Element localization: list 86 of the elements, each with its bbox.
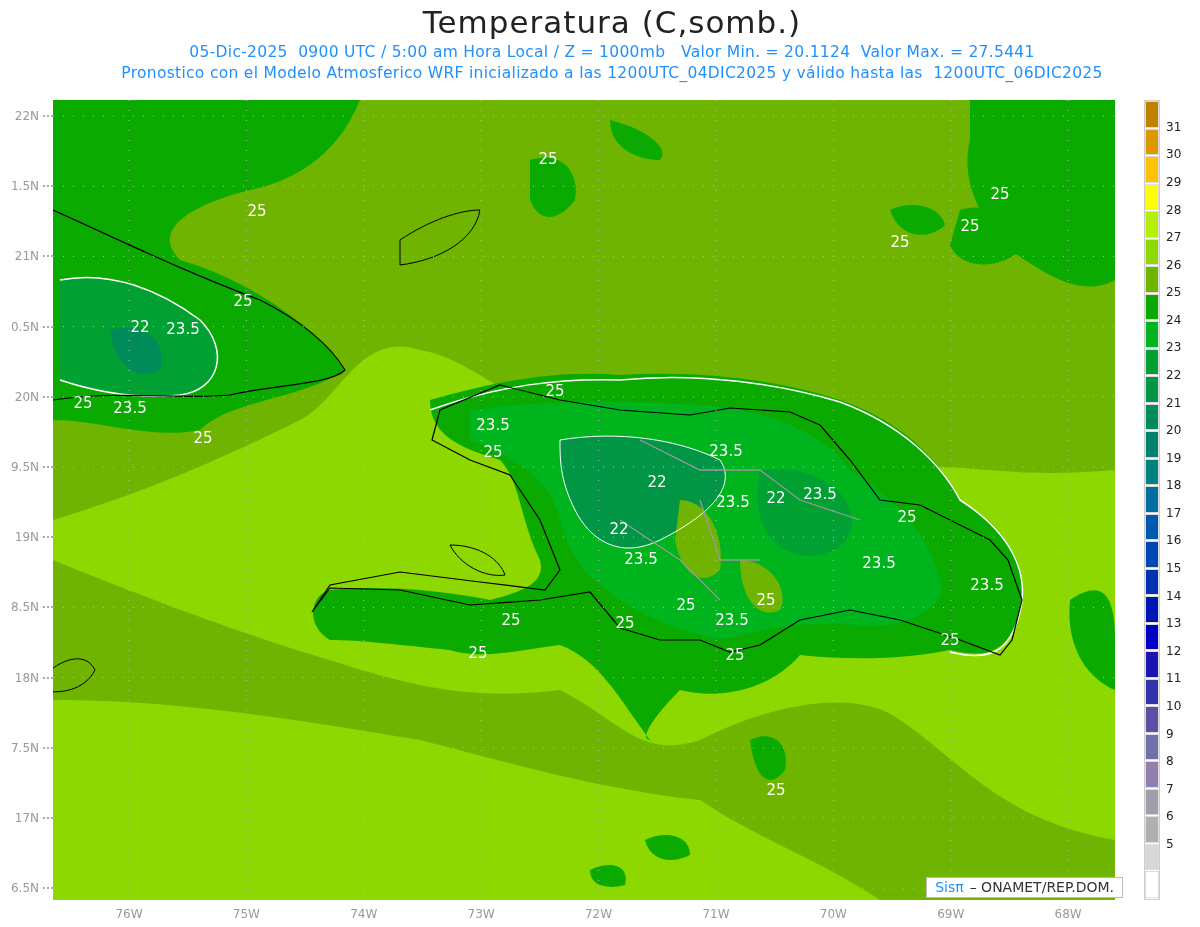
contour-label: 25	[940, 631, 960, 649]
color-scale-label: 25	[1166, 284, 1182, 302]
contour-label: 23.5	[715, 611, 749, 629]
color-scale-label: 11	[1166, 670, 1182, 688]
contour-label: 23.5	[716, 493, 750, 511]
color-scale-label: 15	[1166, 560, 1182, 578]
contour-label: 25	[193, 429, 213, 447]
color-scale-label: 13	[1166, 615, 1182, 633]
contour-label: 25	[756, 591, 776, 609]
longitude-label: 72W	[584, 906, 614, 922]
latitude-label: 20N	[14, 388, 39, 405]
contour-label: 25	[676, 596, 696, 614]
map-title: Temperatura (C,somb.)	[422, 3, 802, 42]
color-scale-label: 19	[1166, 449, 1182, 467]
latitude-label: 17N	[14, 809, 39, 826]
color-scale-label: 17	[1166, 504, 1182, 522]
contour-label: 25	[468, 644, 488, 662]
latitude-label: 7.5N	[10, 739, 39, 756]
latitude-label: 18N	[14, 669, 39, 686]
contour-label: 25	[247, 202, 267, 220]
contour-label: 22	[609, 520, 629, 538]
contour-label: 23.5	[166, 320, 200, 338]
contour-label: 25	[890, 233, 910, 251]
latitude-label: 0.5N	[10, 318, 39, 335]
contour-label: 25	[233, 292, 253, 310]
color-scale-label: 23	[1166, 339, 1182, 357]
longitude-label: 69W	[936, 906, 966, 922]
color-scale-label: 14	[1166, 587, 1182, 605]
color-scale-label: 18	[1166, 477, 1182, 495]
contour-label: 23.5	[709, 442, 743, 460]
contour-label: 25	[545, 382, 565, 400]
contour-label: 23.5	[803, 485, 837, 503]
longitude-label: 73W	[466, 906, 496, 922]
longitude-label: 70W	[818, 906, 848, 922]
contour-label: 23.5	[970, 576, 1004, 594]
color-scale-label: 9	[1166, 725, 1175, 743]
contour-label: 25	[766, 781, 786, 799]
contour-label: 25	[501, 611, 521, 629]
latitude-label: 19N	[14, 529, 39, 546]
color-scale-label: 5	[1166, 835, 1175, 853]
map-subtitle: 05-Dic-2025 0900 UTC / 5:00 am Hora Local / Z = 1000mb Valor Min. = 20.1124 Valor Max. = 27.5441	[189, 42, 1035, 63]
color-scale-label: 7	[1166, 780, 1175, 798]
contour-label: 25	[960, 217, 980, 235]
longitude-label: 68W	[1053, 906, 1083, 922]
color-scale-label: 26	[1166, 256, 1182, 274]
longitude-label: 71W	[701, 906, 731, 922]
latitude-label: 6.5N	[10, 880, 39, 897]
contour-label: 25	[483, 443, 503, 461]
longitude-label: 75W	[231, 906, 261, 922]
color-scale-label: 20	[1166, 422, 1182, 440]
color-scale-label: 22	[1166, 367, 1182, 384]
color-scale-label: 6	[1166, 808, 1175, 826]
contour-label: 23.5	[862, 554, 896, 572]
latitude-label: 1.5N	[10, 178, 39, 195]
contour-label: 23.5	[113, 399, 147, 417]
contour-label: 22	[130, 318, 150, 336]
logo-text: Sisπ	[935, 878, 964, 897]
contour-label: 22	[766, 489, 786, 507]
color-scale-label: 31	[1166, 118, 1182, 136]
color-scale-label: 16	[1166, 532, 1182, 550]
latitude-label: 22N	[14, 108, 39, 124]
longitude-label: 76W	[114, 906, 144, 922]
contour-label: 23.5	[476, 416, 510, 434]
latitude-label: 8.5N	[10, 599, 39, 616]
contour-label: 25	[990, 185, 1010, 203]
color-scale-label: 21	[1166, 394, 1182, 412]
contour-label: 25	[725, 646, 745, 664]
latitude-label: 21N	[14, 248, 39, 265]
color-scale-label: 29	[1166, 173, 1182, 191]
latitude-label: 9.5N	[10, 458, 39, 475]
contour-label: 25	[897, 508, 917, 526]
color-scale-label: 30	[1166, 146, 1182, 164]
color-scale-label: 10	[1166, 697, 1182, 715]
color-scale-label: 8	[1166, 753, 1175, 771]
contour-label: 22	[647, 473, 667, 491]
color-scale-label: 12	[1166, 642, 1182, 660]
credit-text: – ONAMET/REP.DOM.	[969, 878, 1114, 897]
map-subtitle: Pronostico con el Modelo Atmosferico WRF inicializado a las 1200UTC_04DIC2025 y válido hasta las 1200UTC_06DIC2025	[121, 63, 1103, 84]
color-scale-label: 24	[1166, 311, 1182, 329]
color-scale-label: 28	[1166, 201, 1182, 219]
longitude-label: 74W	[349, 906, 379, 922]
contour-label: 25	[615, 614, 635, 632]
color-scale-label: 27	[1166, 229, 1182, 247]
contour-label: 25	[73, 394, 93, 412]
contour-label: 25	[538, 150, 558, 168]
contour-label: 23.5	[624, 550, 658, 568]
